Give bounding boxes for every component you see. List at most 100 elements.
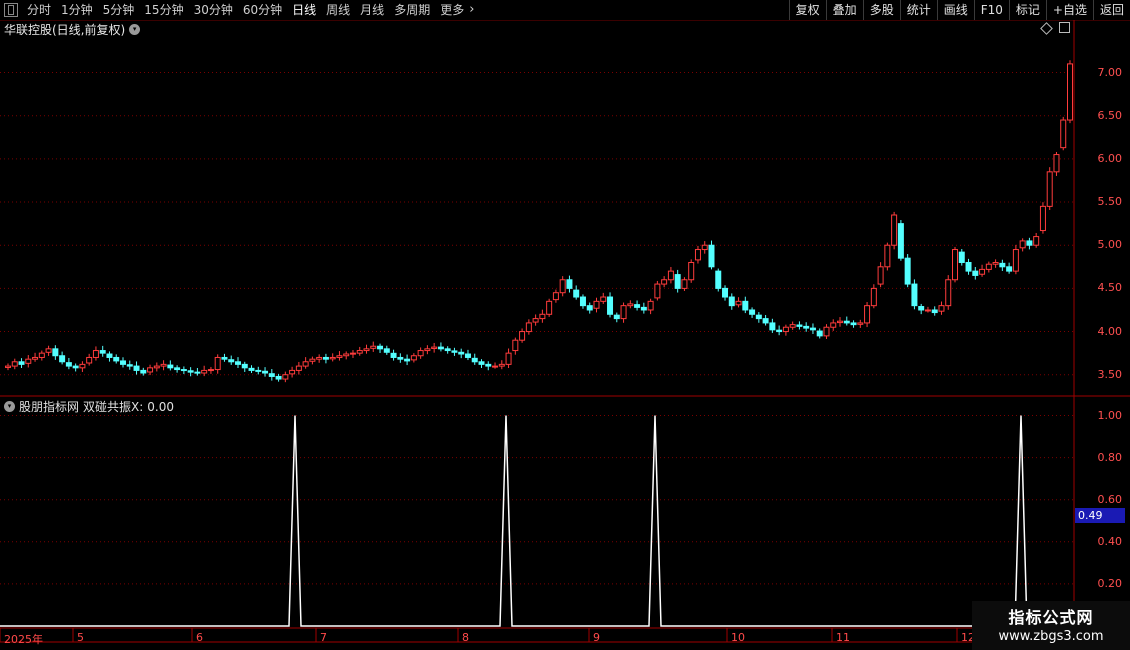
candle-body bbox=[25, 358, 32, 364]
candle-body bbox=[79, 363, 86, 369]
candle-body bbox=[837, 320, 844, 324]
candle-body bbox=[201, 369, 208, 374]
candle-body bbox=[11, 361, 18, 367]
candle-body bbox=[59, 355, 66, 363]
candle-body bbox=[613, 314, 620, 320]
candle-body bbox=[546, 300, 553, 315]
candle-body bbox=[295, 365, 302, 371]
candle-body bbox=[424, 348, 431, 352]
candle-body bbox=[485, 363, 492, 367]
candle-body bbox=[715, 270, 722, 289]
candle-body bbox=[749, 309, 756, 315]
watermark-line1: 指标公式网 bbox=[1008, 608, 1094, 627]
candle-body bbox=[72, 365, 79, 369]
candle-body bbox=[228, 359, 235, 363]
candle-body bbox=[160, 363, 167, 367]
candle-body bbox=[579, 296, 586, 307]
price-tick-label: 4.00 bbox=[1097, 324, 1123, 338]
candle-body bbox=[363, 348, 370, 352]
candle-body bbox=[850, 322, 857, 326]
candle-body bbox=[789, 324, 796, 328]
candle-body bbox=[519, 331, 526, 341]
candle-body bbox=[1060, 119, 1067, 149]
candle-body bbox=[451, 350, 458, 353]
time-tick-label: 7 bbox=[320, 631, 327, 644]
candle-body bbox=[329, 356, 336, 360]
time-tick-label: 11 bbox=[836, 631, 850, 644]
candle-body bbox=[640, 306, 647, 311]
cursor-value-box: 0.49 bbox=[1075, 508, 1125, 523]
watermark: 指标公式网 www.zbgs3.com bbox=[972, 601, 1130, 650]
candle-body bbox=[958, 251, 965, 263]
candle-body bbox=[262, 370, 269, 374]
candle-body bbox=[755, 314, 762, 320]
candle-body bbox=[897, 223, 904, 259]
price-tick-label: 6.00 bbox=[1097, 151, 1123, 165]
candle-body bbox=[343, 353, 350, 357]
candle-body bbox=[661, 279, 668, 285]
candle-body bbox=[106, 353, 113, 358]
candle-body bbox=[735, 300, 742, 306]
candle-body bbox=[133, 365, 140, 371]
candle-body bbox=[816, 330, 823, 337]
candle-body bbox=[681, 279, 688, 289]
price-tick-label: 5.50 bbox=[1097, 195, 1123, 209]
candle-body bbox=[573, 289, 580, 298]
candle-body bbox=[1046, 171, 1053, 207]
candle-body bbox=[431, 346, 438, 349]
time-tick-label: 6 bbox=[196, 631, 203, 644]
candle-body bbox=[1012, 249, 1019, 272]
price-tick-label: 7.00 bbox=[1097, 65, 1123, 79]
candle-body bbox=[552, 292, 559, 301]
candle-body bbox=[864, 305, 871, 324]
candle-body bbox=[241, 363, 248, 369]
candle-body bbox=[600, 296, 607, 302]
candle-body bbox=[769, 322, 776, 331]
candle-body bbox=[843, 320, 850, 324]
candle-body bbox=[952, 249, 959, 281]
indicator-tick-label: 0.60 bbox=[1097, 492, 1123, 506]
candle-body bbox=[823, 326, 830, 337]
candle-body bbox=[322, 356, 329, 360]
candle-body bbox=[38, 352, 45, 358]
time-tick-label: 9 bbox=[593, 631, 600, 644]
candle-body bbox=[86, 356, 93, 364]
candle-body bbox=[620, 305, 627, 320]
candle-body bbox=[153, 365, 160, 369]
candle-body bbox=[884, 244, 891, 268]
candle-body bbox=[965, 261, 972, 272]
candle-body bbox=[999, 262, 1006, 268]
candle-body bbox=[694, 249, 701, 261]
candle-body bbox=[370, 345, 377, 349]
price-tick-label: 5.00 bbox=[1097, 238, 1123, 252]
candle-body bbox=[207, 369, 214, 372]
candle-body bbox=[18, 361, 25, 365]
indicator-tick-label: 1.00 bbox=[1097, 408, 1123, 422]
candle-body bbox=[857, 322, 864, 325]
chart-canvas[interactable] bbox=[0, 0, 1130, 650]
price-tick-label: 4.50 bbox=[1097, 281, 1123, 295]
candle-body bbox=[282, 374, 289, 380]
candle-body bbox=[870, 287, 877, 307]
candle-body bbox=[99, 350, 106, 354]
candle-body bbox=[32, 356, 39, 360]
candle-body bbox=[126, 364, 133, 367]
candle-body bbox=[985, 263, 992, 270]
candle-body bbox=[566, 279, 573, 289]
candle-body bbox=[194, 371, 201, 374]
candle-body bbox=[607, 296, 614, 315]
candle-body bbox=[992, 261, 999, 265]
candle-body bbox=[979, 268, 986, 275]
candle-body bbox=[1006, 266, 1013, 272]
time-tick-label: 8 bbox=[462, 631, 469, 644]
indicator-line bbox=[0, 415, 1074, 627]
candle-body bbox=[593, 300, 600, 309]
candle-body bbox=[383, 348, 390, 353]
candle-body bbox=[5, 365, 11, 368]
candle-body bbox=[221, 356, 228, 360]
watermark-line2: www.zbgs3.com bbox=[998, 629, 1104, 644]
candle-body bbox=[667, 270, 674, 281]
candle-body bbox=[586, 305, 593, 311]
indicator-tick-label: 0.20 bbox=[1097, 576, 1123, 590]
candle-body bbox=[1033, 236, 1040, 246]
